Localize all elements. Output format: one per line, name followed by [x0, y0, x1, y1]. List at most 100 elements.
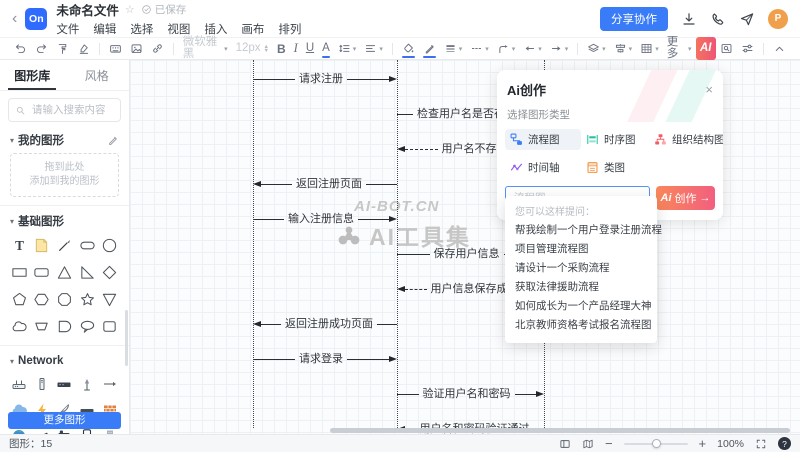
right-triangle-shape[interactable]: [78, 263, 96, 281]
trapezoid-shape[interactable]: [33, 317, 51, 335]
underline-button[interactable]: U: [302, 40, 318, 58]
zoom-in-button[interactable]: +: [699, 437, 707, 450]
menu-item[interactable]: 文件: [56, 21, 79, 37]
sequence-message[interactable]: 输入注册信息: [253, 212, 397, 226]
line-style-icon[interactable]: ▾: [466, 40, 493, 58]
diagram-type-class-diagram[interactable]: 类图: [581, 157, 649, 178]
suggestion-item[interactable]: 北京教师资格考试报名流程图: [515, 316, 647, 335]
line-height-icon[interactable]: ▾: [334, 40, 361, 58]
ai-create-button[interactable]: Ai 创作 →: [656, 186, 715, 210]
arrow-start-icon[interactable]: ▾: [519, 40, 546, 58]
note-shape[interactable]: [33, 236, 51, 254]
drop-zone[interactable]: 拖到此处 添加到我的图形: [10, 153, 119, 197]
document-title[interactable]: 未命名文件: [56, 0, 119, 19]
menu-item[interactable]: 选择: [130, 21, 153, 37]
avatar[interactable]: P: [768, 9, 788, 29]
search-input[interactable]: [30, 103, 114, 117]
send-icon[interactable]: [739, 11, 755, 27]
basic-shapes-header[interactable]: ▾ 基础图形: [0, 210, 129, 232]
back-icon[interactable]: ‹: [12, 11, 17, 27]
table-icon[interactable]: ▾: [636, 40, 663, 58]
text-align-icon[interactable]: ▾: [360, 40, 387, 58]
star-shape[interactable]: [78, 290, 96, 308]
app-logo[interactable]: On: [25, 8, 47, 30]
zoom-out-button[interactable]: −: [605, 437, 613, 450]
collapse-toolbar-icon[interactable]: [769, 40, 790, 58]
italic-button[interactable]: I: [290, 40, 302, 58]
edit-pencil-icon[interactable]: [107, 134, 119, 146]
image-icon[interactable]: [126, 40, 147, 58]
connector-style-icon[interactable]: ▾: [493, 40, 520, 58]
menu-item[interactable]: 画布: [241, 21, 264, 37]
wireless-router-icon[interactable]: [11, 376, 27, 392]
line-width-icon[interactable]: ▾: [440, 40, 467, 58]
help-button[interactable]: ?: [778, 437, 791, 450]
redo-icon[interactable]: [31, 40, 52, 58]
font-size-stepper[interactable]: 12px▲▼: [232, 40, 273, 58]
suggestion-item[interactable]: 如何成长为一个产品经理大神: [515, 297, 647, 316]
eraser-icon[interactable]: [73, 40, 94, 58]
menu-item[interactable]: 插入: [204, 21, 227, 37]
font-family-select[interactable]: 微软雅黑▾: [179, 40, 232, 58]
network-header[interactable]: ▾ Network: [0, 350, 129, 372]
arrow-end-icon[interactable]: ▾: [546, 40, 573, 58]
zoom-slider-knob[interactable]: [652, 439, 661, 448]
sequence-message[interactable]: 请求登录: [253, 352, 397, 366]
my-shapes-header[interactable]: ▾ 我的图形: [0, 129, 129, 151]
canvas[interactable]: AI-BOT.CN AI工具集 请求注册检查用户名是否存在用户名不存在返回注册页…: [130, 60, 800, 434]
diamond-shape[interactable]: [101, 263, 119, 281]
antenna-icon[interactable]: [79, 376, 95, 392]
undo-icon[interactable]: [10, 40, 31, 58]
cloud-shape[interactable]: [10, 317, 28, 335]
connection-arrow-icon[interactable]: [102, 376, 118, 392]
suggestion-item[interactable]: 获取法律援助流程: [515, 278, 647, 297]
stroke-color-icon[interactable]: [419, 40, 440, 58]
ai-assistant-badge[interactable]: AI: [696, 37, 717, 60]
zoom-level[interactable]: 100%: [717, 438, 744, 450]
pill-shape[interactable]: [78, 236, 96, 254]
sequence-message[interactable]: 返回注册成功页面: [253, 317, 397, 331]
sequence-message[interactable]: 返回注册页面: [253, 177, 397, 191]
server-icon[interactable]: [34, 376, 50, 392]
rounded-square-shape[interactable]: [101, 317, 119, 335]
triangle-shape[interactable]: [55, 263, 73, 281]
callout-shape[interactable]: [78, 317, 96, 335]
canvas-horizontal-scrollbar[interactable]: [330, 428, 790, 433]
menu-item[interactable]: 编辑: [93, 21, 116, 37]
lifeline[interactable]: [253, 60, 254, 428]
minimap-icon[interactable]: [582, 438, 594, 450]
find-replace-icon[interactable]: [716, 40, 737, 58]
font-size-stepper-arrows[interactable]: ▲▼: [264, 45, 269, 53]
sidebar-tab[interactable]: 图形库: [0, 60, 65, 90]
switch-icon[interactable]: [56, 376, 72, 392]
rect-shape[interactable]: [10, 263, 28, 281]
distribute-icon[interactable]: ▾: [610, 40, 637, 58]
sequence-message[interactable]: 验证用户名和密码: [397, 387, 544, 401]
suggestion-item[interactable]: 帮我绘制一个用户登录注册流程: [515, 221, 647, 240]
download-icon[interactable]: [681, 11, 697, 27]
phone-icon[interactable]: [710, 11, 726, 27]
diagram-type-timeline[interactable]: 时间轴: [505, 157, 581, 178]
sidebar-scrollbar[interactable]: [125, 310, 128, 366]
display-shape[interactable]: [55, 317, 73, 335]
octagon-shape[interactable]: [55, 290, 73, 308]
more-button[interactable]: 更多▾: [663, 40, 696, 58]
circle-shape[interactable]: [101, 236, 119, 254]
menu-item[interactable]: 排列: [278, 21, 301, 37]
diagram-type-orgchart[interactable]: 组织结构图: [649, 129, 723, 150]
suggestion-item[interactable]: 项目管理流程图: [515, 240, 647, 259]
share-collaborate-button[interactable]: 分享协作: [600, 7, 668, 31]
bold-button[interactable]: B: [273, 40, 290, 58]
rounded-rect-shape[interactable]: [33, 263, 51, 281]
font-color-button[interactable]: A: [318, 40, 334, 58]
menu-item[interactable]: 视图: [167, 21, 190, 37]
panel-toggle-icon[interactable]: [559, 438, 571, 450]
hexagon-shape[interactable]: [33, 290, 51, 308]
sidebar-tab[interactable]: 风格: [65, 60, 130, 90]
fullscreen-icon[interactable]: [755, 438, 767, 450]
pen-line-shape[interactable]: [55, 236, 73, 254]
layers-icon[interactable]: ▾: [583, 40, 610, 58]
sequence-message[interactable]: 请求注册: [253, 72, 397, 86]
more-shapes-button[interactable]: 更多图形: [8, 412, 121, 429]
text-shape[interactable]: T: [10, 236, 28, 254]
